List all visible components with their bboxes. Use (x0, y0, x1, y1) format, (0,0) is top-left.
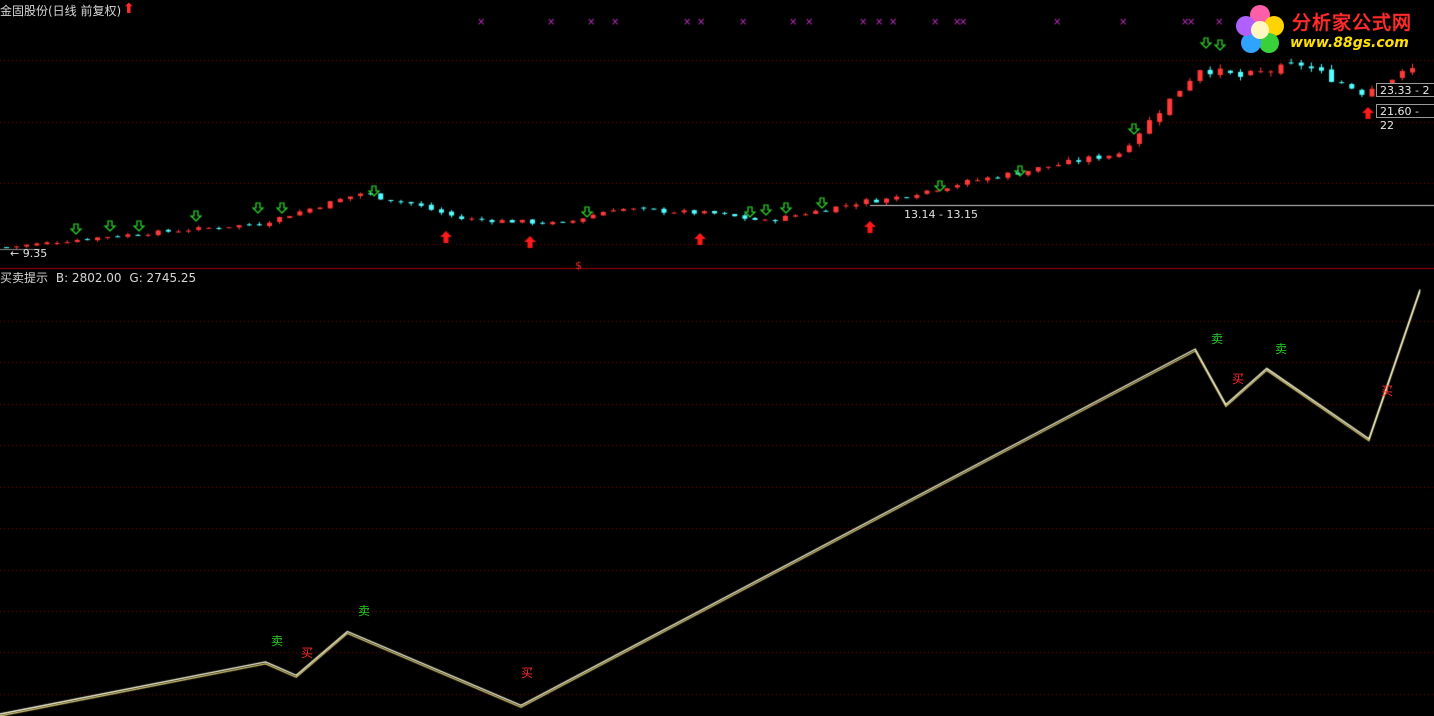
indicator-name: 买卖提示 (0, 271, 49, 285)
logo-name: 分析家公式网 (1292, 12, 1413, 34)
logo: 分析家公式网 www.88gs.com (1232, 2, 1432, 58)
price-box-upper: 23.33 - 2 (1376, 83, 1434, 97)
buy-signal-4: 买 (1381, 384, 1394, 398)
flower-logo-icon (1236, 5, 1284, 53)
price-box-lower: 21.60 - 22 (1376, 104, 1434, 132)
buy-signal-3: 买 (1232, 372, 1245, 386)
red-up-arrow-icon: ⬆ (123, 1, 135, 17)
mid-price-label: 13.14 - 13.15 (904, 208, 978, 221)
sell-signal-3: 卖 (1211, 332, 1224, 346)
indicator-b-value: B: 2802.00 (55, 271, 122, 285)
low-price-label: 9.35 (22, 247, 48, 260)
sell-signal-2: 卖 (358, 604, 371, 618)
buy-signal-2: 买 (521, 666, 534, 680)
indicator-title-row: 买卖提示 B: 2802.00 G: 2745.25 (0, 271, 196, 285)
indicator-g-value: G: 2745.25 (129, 271, 197, 285)
low-price-marker: ← 9.35 (10, 247, 48, 260)
sell-signal-4: 卖 (1275, 342, 1288, 356)
kline-chart-canvas[interactable] (0, 0, 1434, 716)
buy-signal-1: 买 (301, 646, 314, 660)
sell-signal-1: 卖 (271, 634, 284, 648)
stock-title: 金固股份(日线 前复权) (0, 4, 122, 18)
logo-url: www.88gs.com (1290, 35, 1409, 51)
